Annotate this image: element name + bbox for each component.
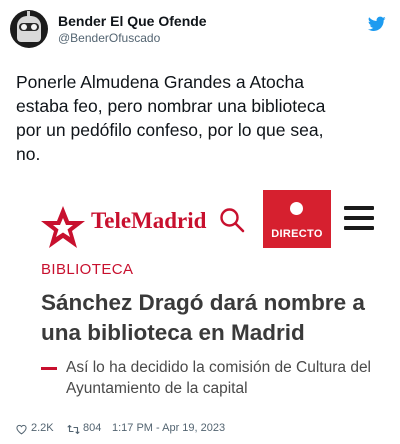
section-label[interactable]: BIBLIOTECA: [41, 261, 133, 278]
live-button[interactable]: DIRECTO: [263, 190, 331, 248]
article-subhead: Así lo ha decidido la comisión de Cultur…: [66, 359, 372, 397]
tweet-header: Bender El Que Ofende @BenderOfuscado: [10, 10, 390, 50]
search-icon[interactable]: [219, 207, 245, 233]
display-name[interactable]: Bender El Que Ofende: [58, 13, 207, 29]
retweet-count: 804: [83, 422, 102, 434]
live-label: DIRECTO: [271, 228, 323, 240]
article-headline[interactable]: Sánchez Dragó dará nombre a una bibliote…: [41, 288, 381, 348]
brand-name: TeleMadrid: [91, 208, 207, 233]
twitter-bird-icon[interactable]: [368, 16, 386, 32]
like-count: 2.2K: [31, 422, 54, 434]
avatar[interactable]: [10, 10, 48, 48]
heart-icon[interactable]: [16, 424, 27, 435]
link-preview-card[interactable]: TeleMadrid DIRECTO BIBLIOTECA Sánchez Dr…: [16, 185, 387, 414]
retweet-icon[interactable]: [67, 424, 80, 435]
subhead-dash: [41, 367, 57, 370]
tweet-meta: 2.2K 804 1:17 PM - Apr 19, 2023: [16, 422, 386, 438]
user-handle[interactable]: @BenderOfuscado: [58, 31, 160, 45]
timestamp[interactable]: 1:17 PM - Apr 19, 2023: [112, 422, 225, 434]
tweet-text: Ponerle Almudena Grandes a Atocha estaba…: [16, 72, 326, 164]
telemadrid-star-logo: [41, 206, 85, 248]
hamburger-menu-icon[interactable]: [344, 206, 374, 230]
live-dot-icon: [290, 202, 303, 215]
